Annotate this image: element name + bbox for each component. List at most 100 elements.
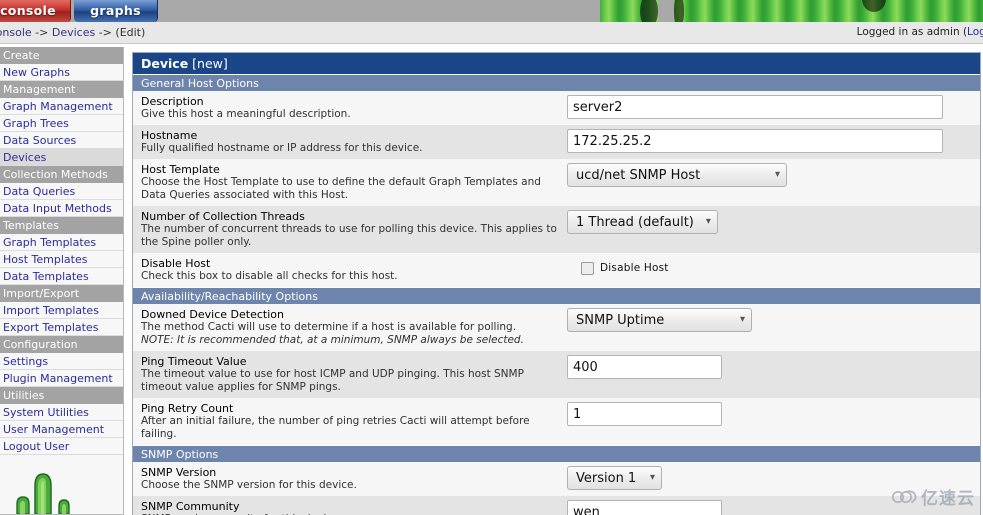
- sidebar-item-system-utilities[interactable]: System Utilities: [0, 404, 123, 421]
- form-label-collection-threads: Number of Collection Threads The number …: [133, 206, 563, 253]
- form-row-host-template: Host Template Choose the Host Template t…: [133, 159, 980, 206]
- cactus-illustration: [0, 464, 123, 514]
- main-content: Device [new] General Host Options Descri…: [130, 47, 983, 515]
- form-label-snmp-community: SNMP Community SNMP read community for t…: [133, 496, 563, 515]
- login-status: Logged in as admin (Logout: [857, 26, 983, 38]
- host-template-select[interactable]: ucd/net SNMP Host ▾: [567, 163, 787, 187]
- sidebar-item-import-templates[interactable]: Import Templates: [0, 302, 123, 319]
- host-template-select-value: ucd/net SNMP Host: [576, 167, 701, 183]
- form-label-snmp-version: SNMP Version Choose the SNMP version for…: [133, 462, 563, 496]
- sidebar-item-host-templates[interactable]: Host Templates: [0, 251, 123, 268]
- form-field-downed-device-detection: SNMP Uptime ▾: [563, 304, 980, 336]
- form-label-ping-retry-count: Ping Retry Count After an initial failur…: [133, 398, 563, 445]
- sidebar-item-plugin-management[interactable]: Plugin Management: [0, 370, 123, 387]
- sidebar-item-graph-templates[interactable]: Graph Templates: [0, 234, 123, 251]
- tab-graphs-label: graphs: [90, 3, 141, 18]
- section-header-snmp: SNMP Options: [133, 445, 980, 462]
- snmp-community-input[interactable]: [567, 500, 722, 515]
- snmp-version-select[interactable]: Version 1 ▾: [567, 466, 662, 490]
- login-status-text: Logged in as admin (: [856, 26, 968, 38]
- tab-console[interactable]: console: [0, 0, 71, 22]
- tab-console-label: console: [0, 3, 56, 18]
- sidebar-group-configuration: Configuration: [0, 336, 123, 353]
- device-edit-panel: Device [new] General Host Options Descri…: [132, 52, 981, 515]
- label-description-name: Description: [141, 95, 204, 108]
- form-row-disable-host: Disable Host Check this box to disable a…: [133, 253, 980, 287]
- sidebar-item-settings[interactable]: Settings: [0, 353, 123, 370]
- breadcrumb-bar: Console -> Devices -> (Edit) Logged in a…: [0, 22, 983, 44]
- sidebar-item-graph-management[interactable]: Graph Management: [0, 98, 123, 115]
- label-ping-retry-count-desc: After an initial failure, the number of …: [141, 415, 530, 440]
- sidebar-item-export-templates[interactable]: Export Templates: [0, 319, 123, 336]
- ping-timeout-input[interactable]: [567, 355, 722, 379]
- form-field-hostname: [563, 125, 980, 157]
- breadcrumb-current: (Edit): [115, 26, 146, 39]
- form-label-disable-host: Disable Host Check this box to disable a…: [133, 253, 563, 287]
- sidebar-item-logout-user[interactable]: Logout User: [0, 438, 123, 455]
- sidebar-item-new-graphs[interactable]: New Graphs: [0, 64, 123, 81]
- form-field-snmp-version: Version 1 ▾: [563, 462, 980, 494]
- form-field-disable-host: Disable Host: [563, 253, 980, 283]
- hostname-input[interactable]: [567, 129, 943, 153]
- page-title-main: Device: [141, 56, 189, 71]
- chevron-down-icon: ▾: [739, 314, 745, 325]
- label-downed-device-detection-note: NOTE: It is recommended that, at a minim…: [141, 334, 524, 346]
- label-ping-retry-count-name: Ping Retry Count: [141, 402, 234, 415]
- form-row-description: Description Give this host a meaningful …: [133, 91, 980, 125]
- label-snmp-community-name: SNMP Community: [141, 500, 240, 513]
- page-title-sub: [new]: [192, 56, 228, 71]
- form-row-ping-timeout: Ping Timeout Value The timeout value to …: [133, 351, 980, 398]
- chevron-down-icon: ▾: [774, 169, 780, 180]
- sidebar-group-create: Create: [0, 47, 123, 64]
- logout-link[interactable]: Logout: [967, 26, 983, 38]
- form-field-snmp-community: [563, 496, 980, 515]
- label-snmp-version-desc: Choose the SNMP version for this device.: [141, 479, 357, 491]
- label-snmp-version-name: SNMP Version: [141, 466, 217, 479]
- form-field-ping-timeout: [563, 351, 980, 383]
- cactus-icon: [16, 473, 70, 514]
- sidebar-nav: Create New Graphs Management Graph Manageme…: [0, 47, 124, 515]
- downed-device-detection-select[interactable]: SNMP Uptime ▾: [567, 308, 752, 332]
- sidebar-group-collection-methods: Collection Methods: [0, 166, 123, 183]
- chevron-down-icon: ▾: [649, 472, 655, 483]
- form-label-hostname: Hostname Fully qualified hostname or IP …: [133, 125, 563, 159]
- breadcrumb-separator-1: ->: [31, 26, 52, 39]
- page-title: Device [new]: [133, 53, 980, 74]
- section-header-general: General Host Options: [133, 74, 980, 91]
- breadcrumb: Console -> Devices -> (Edit): [0, 26, 145, 39]
- label-hostname-name: Hostname: [141, 129, 198, 142]
- sidebar-item-data-queries[interactable]: Data Queries: [0, 183, 123, 200]
- sidebar-item-data-sources[interactable]: Data Sources: [0, 132, 123, 149]
- form-field-host-template: ucd/net SNMP Host ▾: [563, 159, 980, 191]
- collection-threads-select-value: 1 Thread (default): [576, 214, 694, 230]
- form-row-ping-retry-count: Ping Retry Count After an initial failur…: [133, 398, 980, 445]
- collection-threads-select[interactable]: 1 Thread (default) ▾: [567, 210, 718, 234]
- label-ping-timeout-name: Ping Timeout Value: [141, 355, 247, 368]
- sidebar-item-devices[interactable]: Devices: [0, 149, 123, 166]
- form-row-downed-device-detection: Downed Device Detection The method Cacti…: [133, 304, 980, 351]
- snmp-version-select-value: Version 1: [576, 470, 637, 486]
- label-host-template-desc: Choose the Host Template to use to defin…: [141, 176, 541, 201]
- form-label-ping-timeout: Ping Timeout Value The timeout value to …: [133, 351, 563, 398]
- sidebar-item-user-management[interactable]: User Management: [0, 421, 123, 438]
- sidebar-group-utilities: Utilities: [0, 387, 123, 404]
- sidebar-item-graph-trees[interactable]: Graph Trees: [0, 115, 123, 132]
- tab-graphs[interactable]: graphs: [74, 0, 158, 22]
- label-disable-host-name: Disable Host: [141, 257, 211, 270]
- section-header-availability: Availability/Reachability Options: [133, 287, 980, 304]
- sidebar-item-data-templates[interactable]: Data Templates: [0, 268, 123, 285]
- form-row-hostname: Hostname Fully qualified hostname or IP …: [133, 125, 980, 159]
- ping-retry-count-input[interactable]: [567, 402, 722, 426]
- disable-host-checkbox-label: Disable Host: [600, 262, 669, 274]
- breadcrumb-link-devices[interactable]: Devices: [52, 26, 95, 39]
- form-row-collection-threads: Number of Collection Threads The number …: [133, 206, 980, 253]
- sidebar-item-data-input-methods[interactable]: Data Input Methods: [0, 200, 123, 217]
- label-disable-host-desc: Check this box to disable all checks for…: [141, 270, 398, 282]
- disable-host-checkbox[interactable]: [581, 261, 594, 275]
- form-label-host-template: Host Template Choose the Host Template t…: [133, 159, 563, 206]
- sidebar-group-management: Management: [0, 81, 123, 98]
- form-field-description: [563, 91, 980, 123]
- breadcrumb-link-console[interactable]: Console: [0, 26, 32, 39]
- description-input[interactable]: [567, 95, 943, 119]
- label-collection-threads-name: Number of Collection Threads: [141, 210, 305, 223]
